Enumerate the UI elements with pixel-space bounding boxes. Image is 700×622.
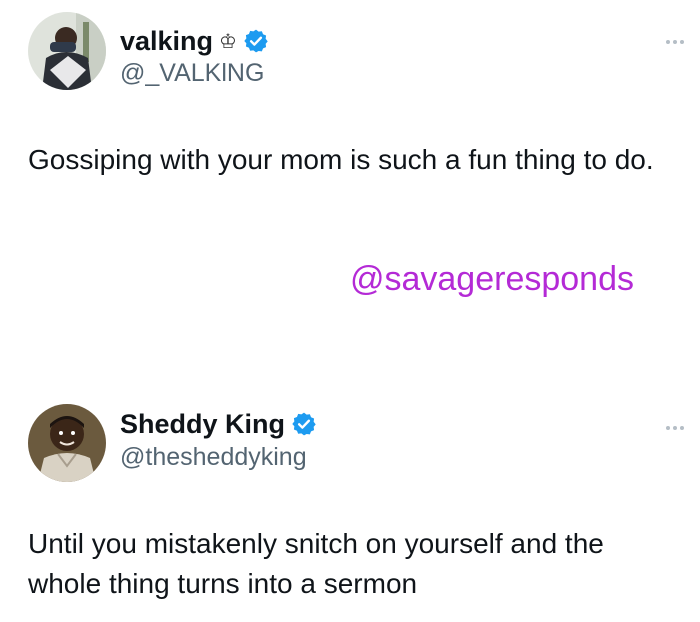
verified-badge-icon [292,412,316,436]
more-options-icon[interactable] [666,40,684,44]
handle[interactable]: @_VALKlNG [120,58,264,88]
tweet-text: Gossiping with your mom is such a fun th… [28,144,654,175]
tweet: valking ♔ @_VALKlNG Gossiping with your … [0,0,700,330]
more-options-icon[interactable] [666,426,684,430]
verified-badge-icon [244,29,268,53]
handle[interactable]: @thesheddyking [120,442,307,472]
tweet-text: Until you mistakenly snitch on yourself … [28,528,604,599]
tweet: Sheddy King @thesheddyking Until you mis… [0,380,700,622]
author-name-row: valking ♔ [120,25,269,57]
watermark: @savageresponds [349,260,634,298]
display-name[interactable]: valking [120,25,213,57]
avatar[interactable] [28,12,106,90]
display-name[interactable]: Sheddy King [120,408,285,440]
crown-icon: ♔ [219,29,237,53]
avatar[interactable] [28,404,106,482]
author-name-row: Sheddy King [120,408,317,440]
